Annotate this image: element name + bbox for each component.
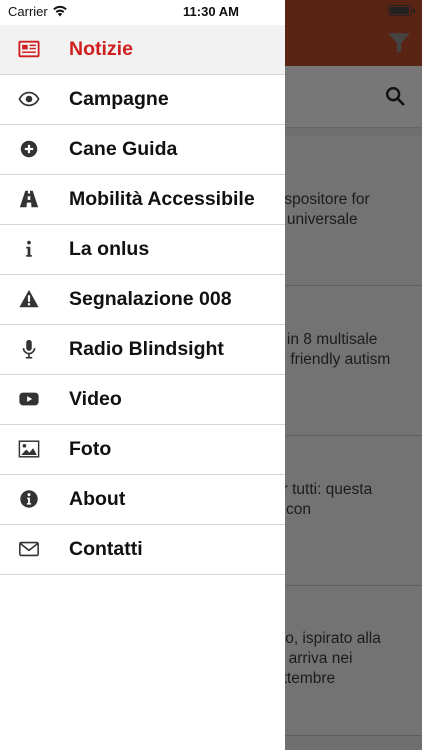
envelope-icon [18,538,40,560]
menu-item-label: Notizie [69,38,133,60]
battery-icon [388,5,415,16]
eye-icon [18,88,40,110]
menu-item-la-onlus[interactable]: La onlus [0,225,285,275]
menu-item-mobilita-accessibile[interactable]: Mobilità Accessibile [0,175,285,225]
newspaper-icon [18,38,40,60]
news-card-line: ettembre [274,670,336,687]
filter-icon[interactable] [386,30,412,56]
news-card-line: er tutti: questa [274,481,373,498]
news-card-line: Espositore for [274,191,370,208]
news-card-line: a in 8 multisale [274,331,378,348]
menu-item-video[interactable]: Video [0,375,285,425]
menu-item-segnalazione-008[interactable]: Segnalazione 008 [0,275,285,325]
menu-item-radio-blindsight[interactable]: Radio Blindsight [0,325,285,375]
microphone-icon [18,338,40,360]
news-card-line: zio, ispirato alla [274,630,381,647]
youtube-icon [18,388,40,410]
menu-item-label: About [69,488,126,510]
menu-item-label: Video [69,388,122,410]
menu-item-label: Radio Blindsight [69,338,224,360]
warning-icon [18,288,40,310]
menu-item-label: La onlus [69,238,150,260]
menu-item-label: Mobilità Accessibile [69,188,255,210]
menu-item-campagne[interactable]: Campagne [0,75,285,125]
plus-circle-icon [18,138,40,160]
news-card-line: à universale [274,211,358,228]
road-icon [18,188,40,210]
search-icon[interactable] [384,85,406,107]
news-card-line: lli arriva nei [274,650,353,667]
menu-item-cane-guida[interactable]: Cane Guida [0,125,285,175]
menu-item-label: Campagne [69,88,169,110]
drawer-menu: Notizie Campagne Cane Guida Mobilità Acc… [0,25,285,575]
menu-item-about[interactable]: About [0,475,285,525]
menu-item-foto[interactable]: Foto [0,425,285,475]
menu-item-contatti[interactable]: Contatti [0,525,285,575]
news-card-line: ti con [274,501,312,518]
info-icon [18,238,40,260]
status-bar: Carrier 11:30 AM [0,0,422,24]
news-card-line: ni friendly autism [274,351,391,368]
menu-item-label: Foto [69,438,112,460]
menu-item-notizie[interactable]: Notizie [0,25,285,75]
info-circle-icon [18,488,40,510]
menu-item-label: Cane Guida [69,138,178,160]
image-icon [18,438,40,460]
menu-item-label: Segnalazione 008 [69,288,232,310]
menu-item-label: Contatti [69,538,143,560]
status-time: 11:30 AM [183,4,239,19]
side-drawer: Notizie Campagne Cane Guida Mobilità Acc… [0,0,285,750]
